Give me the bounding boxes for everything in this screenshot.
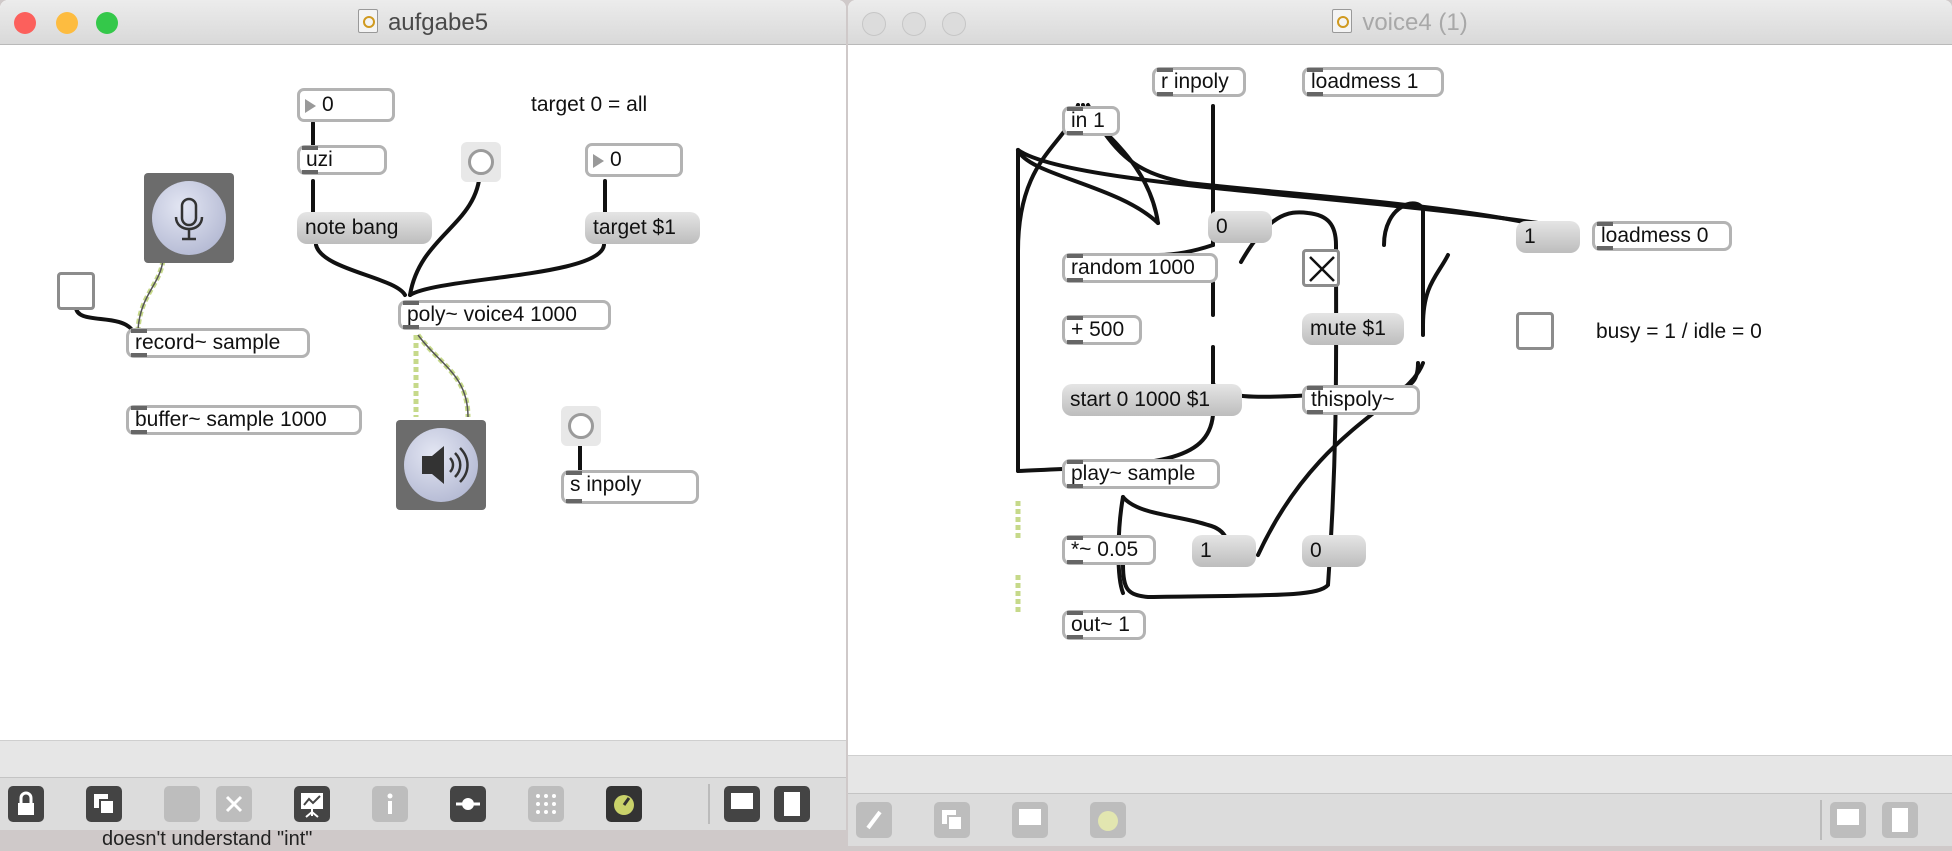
plus-500-object[interactable]: + 500 <box>1062 315 1142 345</box>
receive-inpoly-object[interactable]: r inpoly <box>1152 67 1246 97</box>
message-zero-bottom[interactable]: 0 <box>1302 535 1366 567</box>
patcher-file-icon <box>357 9 378 33</box>
start-message[interactable]: start 0 1000 $1 <box>1062 384 1242 416</box>
outlet-object[interactable]: out~ 1 <box>1062 610 1146 640</box>
binoculars-icon[interactable] <box>164 786 200 822</box>
panel-right-icon[interactable] <box>1882 802 1918 838</box>
title-bar[interactable]: aufgabe5 <box>0 0 846 45</box>
dac-speaker-button[interactable] <box>396 420 486 510</box>
number-box-top[interactable]: 0 <box>297 88 395 122</box>
status-bar <box>0 740 846 779</box>
busy-idle-comment: busy = 1 / idle = 0 <box>1596 320 1762 343</box>
patcher-window-voice4: voice4 (1) r inpoly loadmess 1 in 1 0 1 … <box>848 0 1952 846</box>
toggle-busy[interactable] <box>1516 312 1554 350</box>
patcher-window-aufgabe5: aufgabe5 0 target 0 = all uzi 0 note ban… <box>0 0 846 830</box>
speaker-icon <box>422 446 469 484</box>
patcher-toolbar <box>848 793 1952 846</box>
patcher-canvas[interactable]: 0 target 0 = all uzi 0 note bang target … <box>0 45 846 830</box>
patcher-toolbar <box>0 777 846 830</box>
grid-icon[interactable] <box>528 786 564 822</box>
target-comment: target 0 = all <box>531 93 648 116</box>
presentation-icon[interactable] <box>294 786 330 822</box>
patch-cords <box>74 121 607 475</box>
note-bang-message[interactable]: note bang <box>297 212 432 244</box>
panel-left-icon[interactable] <box>724 786 760 822</box>
toggle-x-mark <box>1309 256 1335 282</box>
random-object[interactable]: random 1000 <box>1062 253 1218 283</box>
toggle-mute[interactable] <box>1302 249 1340 287</box>
loadmess-0-object[interactable]: loadmess 0 <box>1592 221 1732 251</box>
panel-left-icon[interactable] <box>1830 802 1866 838</box>
toggle-record[interactable] <box>57 272 95 310</box>
presentation-icon[interactable] <box>1012 802 1048 838</box>
adc-mic-button[interactable] <box>144 173 234 263</box>
thispoly-object[interactable]: thispoly~ <box>1302 385 1420 415</box>
play-object[interactable]: play~ sample <box>1062 459 1220 489</box>
mute-message[interactable]: mute $1 <box>1302 313 1404 345</box>
toolbar-separator <box>1820 800 1822 840</box>
target-message[interactable]: target $1 <box>585 212 700 244</box>
edit-pencil-icon[interactable] <box>856 802 892 838</box>
number-box-target[interactable]: 0 <box>585 143 683 177</box>
patcher-canvas[interactable]: r inpoly loadmess 1 in 1 0 1 loadmess 0 … <box>848 45 1952 846</box>
inspector-icon[interactable] <box>372 786 408 822</box>
dsp-knob-icon[interactable] <box>606 786 642 822</box>
window-title: aufgabe5 <box>0 9 846 37</box>
status-bar <box>848 755 1952 794</box>
window-title: voice4 (1) <box>848 9 1952 37</box>
send-inpoly-object[interactable]: s inpoly <box>561 470 699 504</box>
bang-button-inpoly[interactable] <box>561 406 601 446</box>
console-text: doesn't understand "int" <box>102 828 313 850</box>
message-one-right[interactable]: 1 <box>1516 221 1580 253</box>
message-one-bottom[interactable]: 1 <box>1192 535 1256 567</box>
microphone-icon <box>174 197 204 241</box>
inlet-object[interactable]: in 1 <box>1062 106 1120 136</box>
slider-icon[interactable] <box>450 786 486 822</box>
bang-button-left[interactable] <box>461 142 501 182</box>
poly-object[interactable]: poly~ voice4 1000 <box>398 300 611 330</box>
panel-right-icon[interactable] <box>774 786 810 822</box>
delete-icon[interactable] <box>216 786 252 822</box>
title-bar[interactable]: voice4 (1) <box>848 0 1952 45</box>
patcher-file-icon <box>1332 9 1353 33</box>
new-object-icon[interactable] <box>86 786 122 822</box>
lock-icon[interactable] <box>8 786 44 822</box>
multiply-signal-object[interactable]: *~ 0.05 <box>1062 535 1156 565</box>
new-object-icon[interactable] <box>934 802 970 838</box>
dsp-knob-icon[interactable] <box>1090 802 1126 838</box>
message-zero-top[interactable]: 0 <box>1208 211 1272 243</box>
toolbar-separator <box>708 784 710 824</box>
record-object[interactable]: record~ sample <box>126 328 310 358</box>
loadmess-1-object[interactable]: loadmess 1 <box>1302 67 1444 97</box>
buffer-object[interactable]: buffer~ sample 1000 <box>126 405 362 435</box>
uzi-object[interactable]: uzi <box>297 145 387 175</box>
